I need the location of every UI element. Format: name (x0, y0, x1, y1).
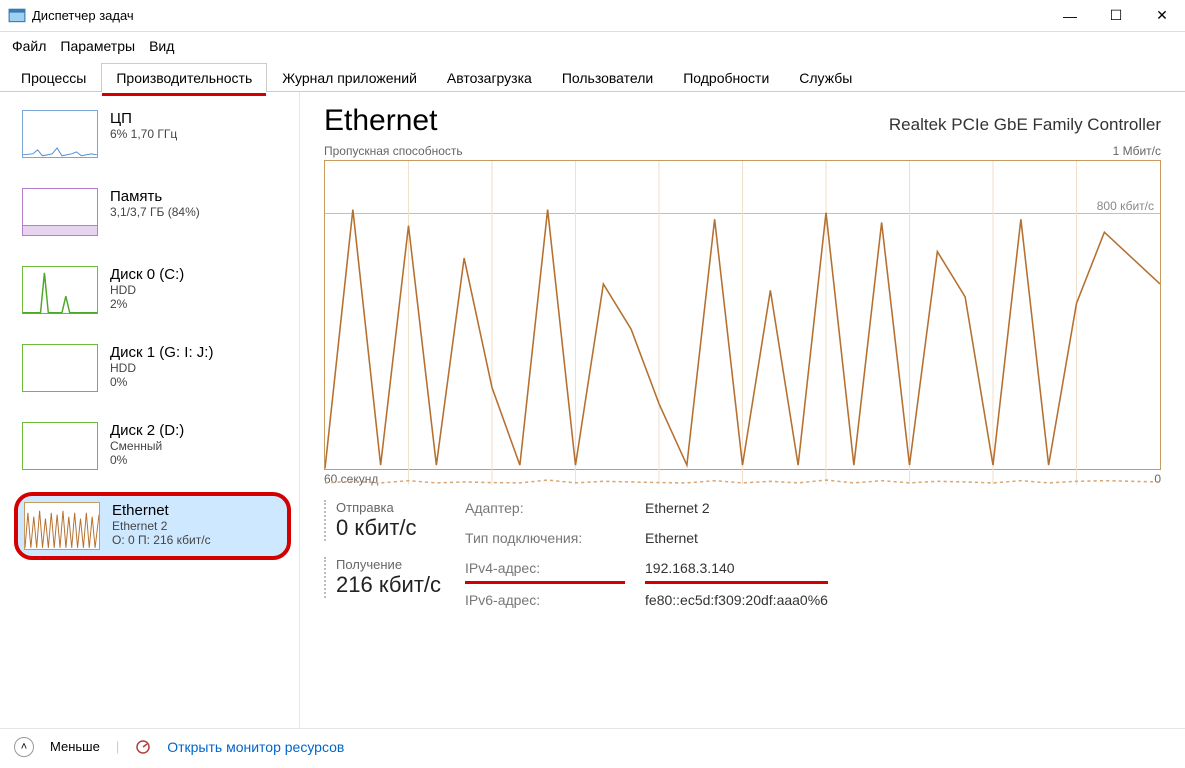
collapse-icon[interactable]: ˄ (14, 737, 34, 757)
minimize-button[interactable]: — (1047, 0, 1093, 32)
send-value: 0 кбит/с (336, 515, 441, 541)
less-button[interactable]: Меньше (50, 739, 100, 754)
sidebar-item-disk2[interactable]: Диск 2 (D:) Сменный 0% (14, 414, 291, 478)
disk1-sub: HDD (110, 361, 213, 375)
sidebar: ЦП 6% 1,70 ГГц Память 3,1/3,7 ГБ (84%) Д… (0, 92, 300, 728)
memory-name: Память (110, 188, 200, 205)
tab-processes[interactable]: Процессы (6, 63, 101, 92)
adapter-name: Realtek PCIe GbE Family Controller (889, 115, 1161, 135)
resmon-link[interactable]: Открыть монитор ресурсов (167, 739, 344, 755)
main-panel: Ethernet Realtek PCIe GbE Family Control… (300, 92, 1185, 728)
tab-users[interactable]: Пользователи (547, 63, 668, 92)
type-key: Тип подключения: (465, 530, 625, 552)
menu-options[interactable]: Параметры (60, 38, 135, 54)
disk1-sub2: 0% (110, 375, 213, 389)
sidebar-item-disk1[interactable]: Диск 1 (G: I: J:) HDD 0% (14, 336, 291, 400)
titlebar: Диспетчер задач — ☐ ✕ (0, 0, 1185, 32)
memory-thumb (22, 188, 98, 236)
tab-performance-label: Производительность (116, 70, 252, 86)
ethernet-name: Ethernet (112, 502, 211, 519)
memory-sub: 3,1/3,7 ГБ (84%) (110, 205, 200, 219)
disk2-sub2: 0% (110, 453, 184, 467)
sidebar-item-disk0[interactable]: Диск 0 (C:) HDD 2% (14, 258, 291, 322)
highlight-underline (102, 93, 266, 96)
menu-file[interactable]: Файл (12, 38, 46, 54)
ipv6-val: fe80::ec5d:f309:20df:aaa0%6 (645, 592, 828, 614)
menubar: Файл Параметры Вид (0, 32, 1185, 60)
tab-startup[interactable]: Автозагрузка (432, 63, 547, 92)
window-title: Диспетчер задач (32, 8, 1047, 23)
adapter-val: Ethernet 2 (645, 500, 828, 522)
ethernet-sub: Ethernet 2 (112, 519, 211, 533)
ipv6-key: IPv6-адрес: (465, 592, 625, 614)
cpu-thumb (22, 110, 98, 158)
throughput-chart: 800 кбит/с (324, 160, 1161, 470)
sidebar-item-memory[interactable]: Память 3,1/3,7 ГБ (84%) (14, 180, 291, 244)
chart-ymax: 1 Мбит/с (1113, 144, 1161, 158)
page-title: Ethernet (324, 104, 437, 138)
cpu-sub: 6% 1,70 ГГц (110, 127, 177, 141)
send-label: Отправка (336, 500, 441, 515)
disk0-thumb (22, 266, 98, 314)
type-val: Ethernet (645, 530, 828, 552)
tab-performance[interactable]: Производительность (101, 63, 267, 92)
ethernet-sub2: О: 0 П: 216 кбит/с (112, 533, 211, 547)
sidebar-item-cpu[interactable]: ЦП 6% 1,70 ГГц (14, 102, 291, 166)
ipv4-key: IPv4-адрес: (465, 560, 625, 585)
ethernet-thumb (24, 502, 100, 550)
tab-apphistory[interactable]: Журнал приложений (267, 63, 432, 92)
tabstrip: Процессы Производительность Журнал прило… (0, 62, 1185, 92)
adapter-key: Адаптер: (465, 500, 625, 522)
disk0-sub: HDD (110, 283, 184, 297)
disk2-name: Диск 2 (D:) (110, 422, 184, 439)
ipv4-val: 192.168.3.140 (645, 560, 828, 585)
app-icon (8, 7, 26, 25)
chart-label: Пропускная способность (324, 144, 463, 158)
resmon-icon (135, 739, 151, 755)
sidebar-item-ethernet[interactable]: Ethernet Ethernet 2 О: 0 П: 216 кбит/с (14, 492, 291, 560)
menu-view[interactable]: Вид (149, 38, 174, 54)
footer: ˄ Меньше | Открыть монитор ресурсов (0, 728, 1185, 764)
recv-label: Получение (336, 557, 441, 572)
tab-services[interactable]: Службы (784, 63, 867, 92)
tab-details[interactable]: Подробности (668, 63, 784, 92)
disk1-name: Диск 1 (G: I: J:) (110, 344, 213, 361)
disk2-thumb (22, 422, 98, 470)
maximize-button[interactable]: ☐ (1093, 0, 1139, 32)
disk2-sub: Сменный (110, 439, 184, 453)
recv-value: 216 кбит/с (336, 572, 441, 598)
cpu-name: ЦП (110, 110, 177, 127)
disk0-name: Диск 0 (C:) (110, 266, 184, 283)
disk1-thumb (22, 344, 98, 392)
close-button[interactable]: ✕ (1139, 0, 1185, 32)
disk0-sub2: 2% (110, 297, 184, 311)
